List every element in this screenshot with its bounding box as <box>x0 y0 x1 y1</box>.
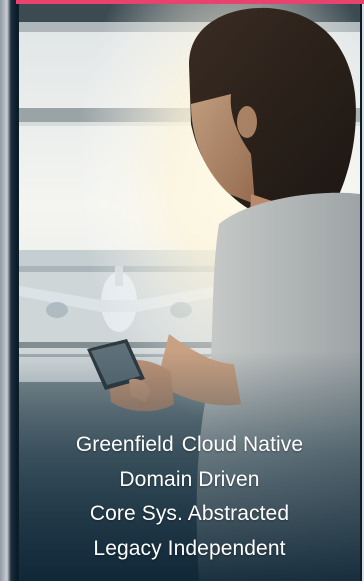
caption-line-2: Domain Driven <box>119 467 260 491</box>
caption-line-3: Core Sys. Abstracted <box>89 502 290 525</box>
caption-line-1: Greenfield Cloud Native <box>19 428 360 463</box>
hero-card[interactable]: Greenfield Cloud Native Domain Driven Cor… <box>16 4 362 581</box>
hero-card-container: Greenfield Cloud Native Domain Driven Cor… <box>0 0 364 581</box>
caption-word-greenfield: Greenfield <box>75 433 174 456</box>
caption-word-cloud-native: Cloud Native <box>181 433 304 456</box>
hero-caption: Greenfield Cloud Native Domain Driven Cor… <box>19 428 360 566</box>
previous-slide-edge[interactable] <box>0 0 16 581</box>
caption-line-4: Legacy Independent <box>93 536 286 560</box>
